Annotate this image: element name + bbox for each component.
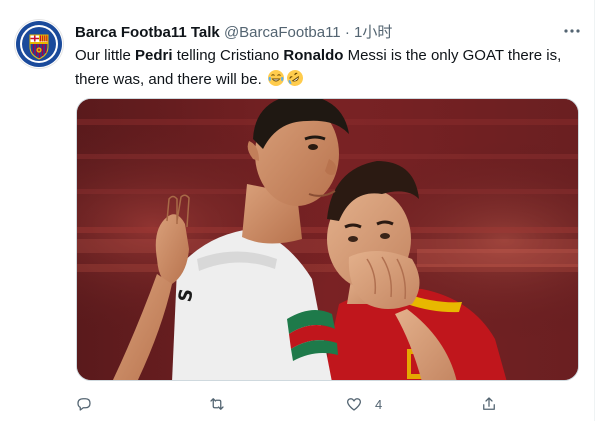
more-dots-icon (564, 29, 580, 33)
heart-icon (346, 398, 362, 411)
retweet-icon (210, 398, 224, 410)
header-separator: · (344, 24, 350, 41)
tweet-text-part: telling Cristiano (172, 47, 284, 64)
like-count: 4 (375, 396, 383, 412)
mention-ronaldo: Ronaldo (283, 47, 344, 64)
tweet-text-part: Our little (75, 47, 136, 64)
retweet-button[interactable] (208, 393, 238, 415)
reply-button[interactable] (75, 393, 105, 415)
photo-two-footballers-image: S (77, 99, 578, 380)
tweet-text: Our little Pedri telling Cristiano Ronal… (75, 44, 580, 92)
share-icon (483, 397, 495, 410)
tweet-header: Barca Footba11 Talk @BarcaFootba11 · 1小时 (75, 24, 554, 42)
share-button[interactable] (480, 393, 510, 415)
tweet-media-photo[interactable]: S (76, 98, 579, 381)
author-name[interactable]: Barca Footba11 Talk (75, 24, 220, 41)
avatar[interactable] (15, 20, 63, 68)
tweet-actions-bar: 4 (75, 393, 505, 417)
mention-pedri: Pedri (135, 47, 173, 64)
tweet-card[interactable]: Barca Footba11 Talk @BarcaFootba11 · 1小时… (0, 0, 595, 421)
more-options-button[interactable] (563, 22, 581, 40)
rolling-on-floor-laughing-emoji-icon (286, 70, 303, 86)
fc-barcelona-crest-icon (16, 21, 62, 67)
laughing-crying-emoji-icon (267, 70, 284, 86)
reply-icon (77, 398, 91, 411)
author-handle[interactable]: @BarcaFootba11 (224, 24, 341, 41)
like-button[interactable]: 4 (345, 393, 382, 415)
tweet-timestamp[interactable]: 1小时 (354, 24, 392, 41)
